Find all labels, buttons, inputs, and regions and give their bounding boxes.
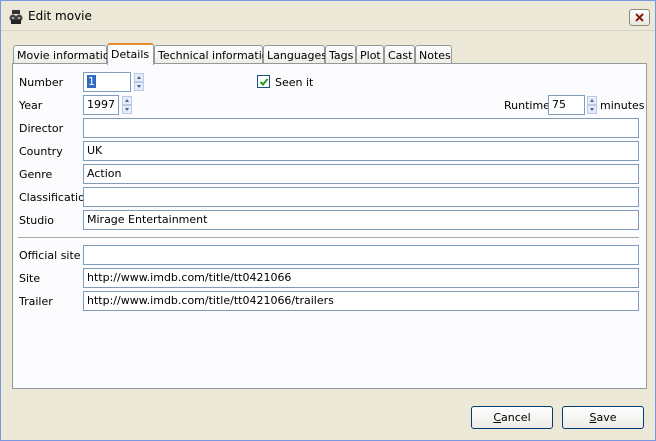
official-site-field[interactable]: [83, 245, 639, 265]
spin-up-icon[interactable]: [134, 73, 144, 82]
genre-field[interactable]: Action: [83, 164, 639, 184]
spin-up-icon[interactable]: [587, 96, 597, 105]
tab-notes[interactable]: Notes: [415, 45, 452, 64]
edit-movie-dialog: Edit movie Movie information Details Tec…: [0, 0, 656, 441]
spin-down-icon[interactable]: [587, 105, 597, 114]
cancel-label: ancel: [501, 411, 531, 424]
number-spin-buttons[interactable]: [134, 73, 144, 91]
movie-reel-icon: [9, 9, 23, 25]
director-field[interactable]: [83, 118, 639, 138]
tab-plot[interactable]: Plot: [356, 45, 384, 64]
site-label: Site: [19, 272, 41, 285]
cancel-accelerator: C: [493, 411, 502, 424]
window-title: Edit movie: [28, 9, 92, 23]
runtime-value: 75: [552, 98, 566, 111]
spin-down-icon[interactable]: [122, 105, 132, 114]
spin-down-icon[interactable]: [134, 82, 144, 91]
runtime-spinbox[interactable]: 75: [548, 95, 585, 115]
section-divider: [18, 237, 639, 239]
official-site-label: Official site: [19, 249, 81, 262]
year-value: 1997: [87, 98, 115, 111]
studio-label: Studio: [19, 214, 55, 227]
title-bar: Edit movie: [1, 1, 655, 31]
country-label: Country: [19, 145, 63, 158]
runtime-spin-buttons[interactable]: [587, 96, 597, 114]
number-value: 1: [87, 75, 96, 88]
director-label: Director: [19, 122, 64, 135]
studio-field[interactable]: Mirage Entertainment: [83, 210, 639, 230]
save-label: ave: [596, 411, 617, 424]
tab-details[interactable]: Details: [107, 43, 154, 65]
year-label: Year: [19, 99, 43, 112]
tab-technical-information[interactable]: Technical information: [154, 45, 276, 64]
spin-up-icon[interactable]: [122, 96, 132, 105]
tab-languages[interactable]: Languages: [263, 45, 327, 64]
tab-tags[interactable]: Tags: [325, 45, 356, 64]
genre-label: Genre: [19, 168, 53, 181]
classification-label: Classification: [19, 191, 92, 204]
trailer-field[interactable]: http://www.imdb.com/title/tt0421066/trai…: [83, 291, 639, 311]
trailer-label: Trailer: [19, 295, 53, 308]
runtime-unit: minutes: [600, 99, 645, 112]
site-field[interactable]: http://www.imdb.com/title/tt0421066: [83, 268, 639, 288]
tab-movie-information[interactable]: Movie information: [13, 45, 117, 64]
year-spin-buttons[interactable]: [122, 96, 132, 114]
number-spinbox[interactable]: 1: [83, 72, 131, 92]
save-button[interactable]: Save: [562, 406, 644, 429]
seen-it-checkbox[interactable]: [257, 75, 270, 88]
cancel-button[interactable]: Cancel: [471, 406, 553, 429]
number-label: Number: [19, 76, 64, 89]
tab-cast[interactable]: Cast: [384, 45, 415, 64]
year-spinbox[interactable]: 1997: [83, 95, 119, 115]
classification-field[interactable]: [83, 187, 639, 207]
seen-it-label: Seen it: [275, 76, 314, 89]
runtime-label: Runtime: [504, 99, 550, 112]
close-button[interactable]: [629, 9, 650, 26]
country-field[interactable]: UK: [83, 141, 639, 161]
